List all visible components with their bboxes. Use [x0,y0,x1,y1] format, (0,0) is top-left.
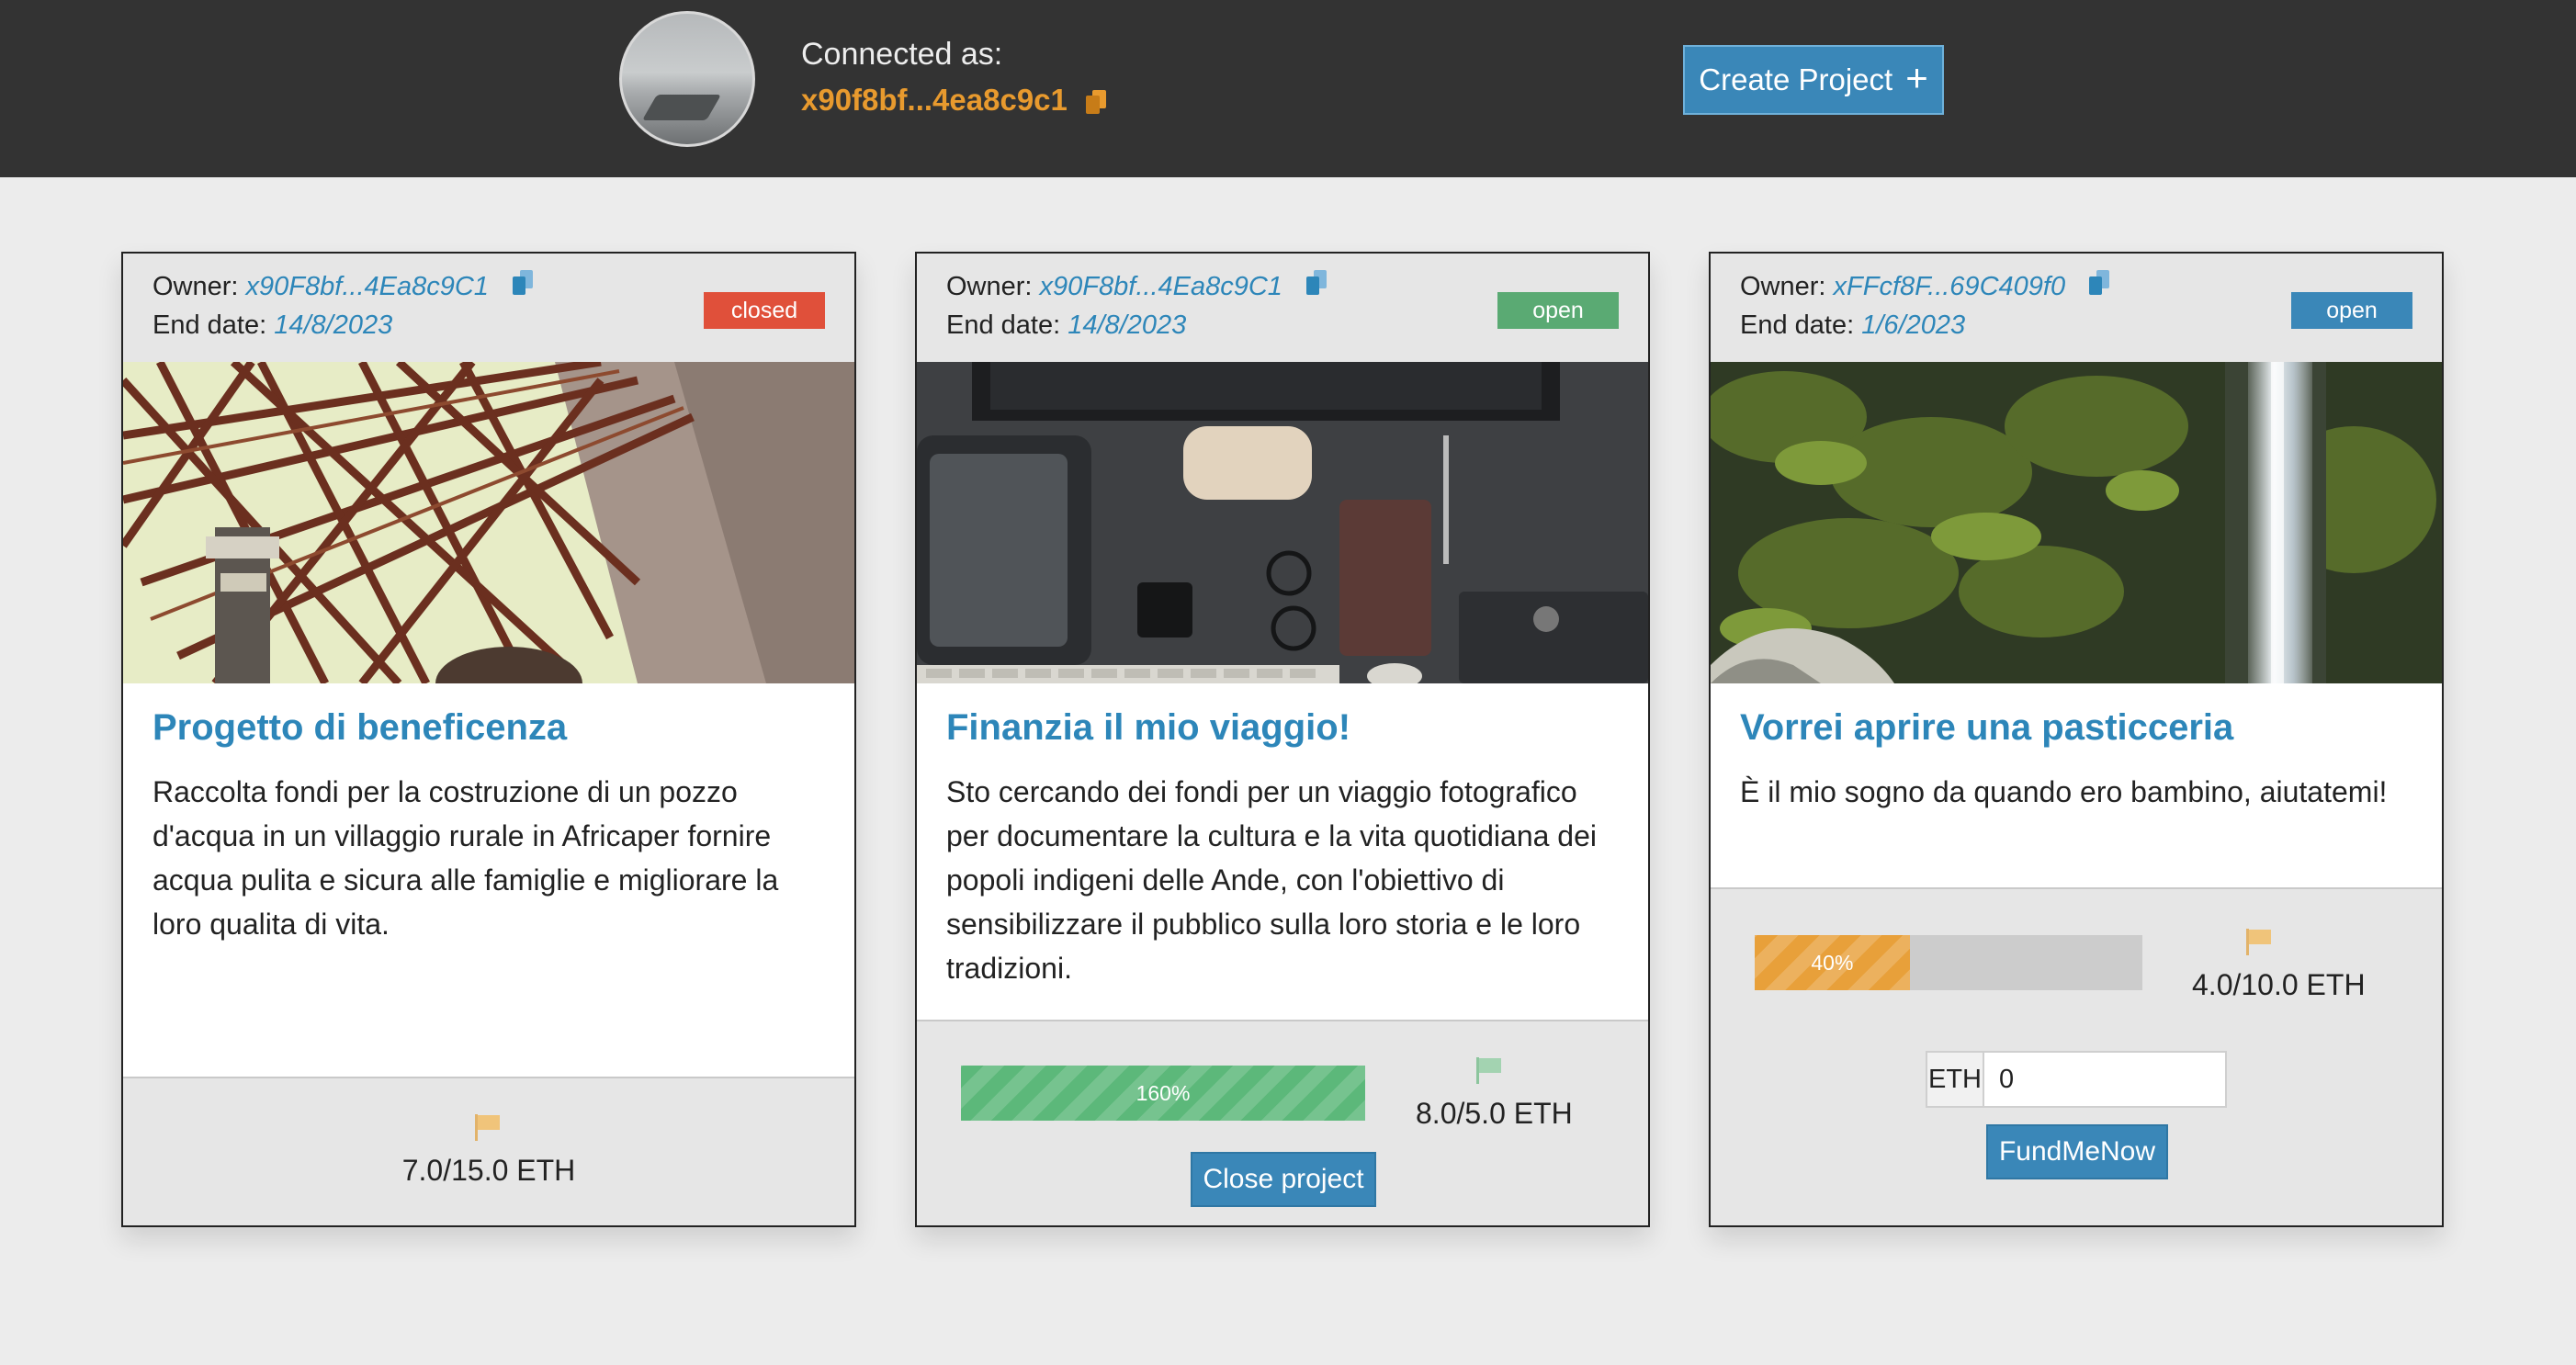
end-date-label: End date: [153,310,267,340]
owner-line: Owner: x90F8bf...4Ea8c9C1 [153,270,537,302]
owner-line: Owner: x90F8bf...4Ea8c9C1 [946,270,1330,302]
project-description: Sto cercando dei fondi per un viaggio fo… [946,775,1597,985]
end-date-label: End date: [1740,310,1855,340]
progress-fill: 40% [1755,935,1910,990]
card-header: Owner: x90F8bf...4Ea8c9C1 End date: 14/8… [123,254,854,363]
eth-addon-label: ETH [1927,1053,1984,1106]
raised-amount: 8.0/5.0 ETH [1416,1097,1573,1130]
end-date-line: End date: 14/8/2023 [946,310,1186,341]
card-header: Owner: xFFcf8F...69C409f0 End date: 1/6/… [1711,254,2442,363]
card-footer: 7.0/15.0 ETH [123,1077,854,1225]
progress-bar: 160% [961,1066,1365,1121]
flag-icon [2246,929,2271,955]
progress-bar: 40% [1755,935,2142,990]
owner-address: x90F8bf...4Ea8c9C1 [245,272,489,301]
card-footer: 160% 8.0/5.0 ETH Close project [917,1020,1648,1225]
status-badge: closed [704,292,825,329]
project-image [1711,362,2442,683]
connected-label: Connected as: [801,37,1003,72]
copy-icon[interactable] [1303,268,1330,298]
project-image [123,362,854,683]
status-badge: open [2291,292,2412,329]
top-bar: Connected as: x90f8bf...4ea8c9c1 Create … [0,0,2576,177]
end-date-value: 14/8/2023 [1068,310,1187,340]
project-description: Raccolta fondi per la costruzione di un … [153,775,779,941]
end-date-value: 14/8/2023 [274,310,393,340]
flag-icon [1476,1057,1501,1084]
owner-label: Owner: [946,272,1033,301]
end-date-label: End date: [946,310,1061,340]
owner-address: xFFcf8F...69C409f0 [1833,272,2066,301]
eth-amount-field: ETH [1926,1051,2227,1108]
project-title: Progetto di beneficenza [153,707,568,748]
project-card: Owner: x90F8bf...4Ea8c9C1 End date: 14/8… [915,252,1650,1227]
owner-address: x90F8bf...4Ea8c9C1 [1039,272,1282,301]
card-footer: 40% 4.0/10.0 ETH ETH FundMeNow [1711,887,2442,1225]
raised-amount: 7.0/15.0 ETH [401,1154,576,1187]
plus-icon: + [1905,56,1928,99]
status-badge: open [1497,292,1619,329]
owner-label: Owner: [1740,272,1826,301]
connected-address: x90f8bf...4ea8c9c1 [801,83,1068,117]
progress-fill: 160% [961,1066,1365,1121]
fund-me-now-button[interactable]: FundMeNow [1986,1124,2168,1179]
owner-line: Owner: xFFcf8F...69C409f0 [1740,270,2113,302]
eth-amount-input[interactable] [1984,1053,2225,1106]
raised-amount: 4.0/10.0 ETH [2192,968,2366,1001]
project-card: Owner: xFFcf8F...69C409f0 End date: 1/6/… [1709,252,2444,1227]
card-header: Owner: x90F8bf...4Ea8c9C1 End date: 14/8… [917,254,1648,363]
user-avatar[interactable] [619,11,755,147]
project-title: Finanzia il mio viaggio! [946,707,1351,748]
project-description: È il mio sogno da quando ero bambino, ai… [1740,775,2388,808]
create-project-button[interactable]: Create Project + [1683,45,1944,115]
project-card: Owner: x90F8bf...4Ea8c9C1 End date: 14/8… [121,252,856,1227]
project-title: Vorrei aprire una pasticceria [1740,707,2234,748]
end-date-value: 1/6/2023 [1861,310,1966,340]
copy-icon[interactable] [2085,268,2113,298]
create-project-label: Create Project [1699,62,1893,96]
owner-label: Owner: [153,272,239,301]
end-date-line: End date: 14/8/2023 [153,310,392,341]
project-image [917,362,1648,683]
end-date-line: End date: 1/6/2023 [1740,310,1965,341]
copy-icon[interactable] [1082,88,1110,116]
flag-icon [475,1114,500,1141]
copy-icon[interactable] [509,268,537,298]
close-project-button[interactable]: Close project [1191,1152,1376,1207]
